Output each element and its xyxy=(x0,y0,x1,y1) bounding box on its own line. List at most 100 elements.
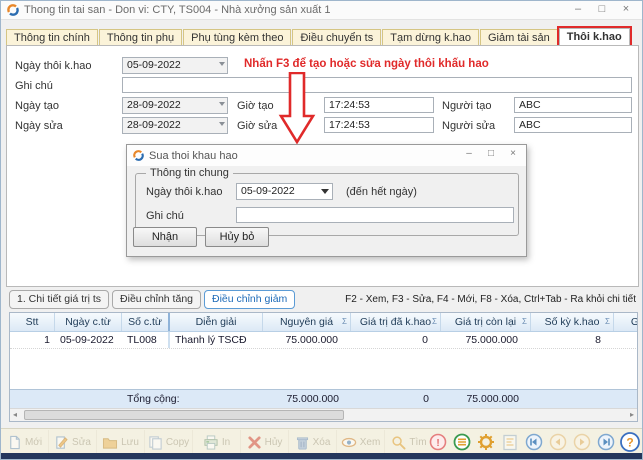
ghi-chu-input[interactable] xyxy=(122,77,632,93)
title-bar: Thong tin tai san - Don vi: CTY, TS004 -… xyxy=(1,1,642,20)
tab-thong-tin-chinh[interactable]: Thông tin chính xyxy=(6,29,98,46)
app-logo-icon xyxy=(7,4,19,16)
print-icon xyxy=(203,435,219,450)
nguoi-sua-input[interactable]: ABC xyxy=(514,117,632,133)
close-icon[interactable]: × xyxy=(614,1,638,19)
cell-ngay-ctu: 05-09-2022 xyxy=(55,332,122,348)
dialog-close-icon[interactable]: × xyxy=(502,146,524,163)
column-header-dien-giai[interactable]: Diễn giải xyxy=(170,313,263,331)
column-header-ngay-ctu[interactable]: Ngày c.từ xyxy=(55,313,122,331)
column-header-gia-tri-con-lai[interactable]: Giá trị còn lạiΣ xyxy=(441,313,531,331)
column-header-gia-tri-da-khao[interactable]: Giá trị đã k.haoΣ xyxy=(351,313,441,331)
menu-button[interactable] xyxy=(450,430,473,454)
sum-icon: Σ xyxy=(522,317,527,326)
group-title: Thông tin chung xyxy=(146,167,233,179)
scroll-right-icon[interactable]: ▸ xyxy=(630,410,634,419)
tab-tam-dung-khao[interactable]: Tạm dừng k.hao xyxy=(382,29,479,46)
maximize-icon[interactable]: □ xyxy=(590,1,614,19)
chevron-down-icon xyxy=(219,62,225,66)
detail-tab-dieu-chinh-tang[interactable]: Điều chỉnh tăng xyxy=(112,290,201,309)
gio-tao-input[interactable]: 17:24:53 xyxy=(324,97,434,113)
tab-thoi-khao[interactable]: Thôi k.hao xyxy=(559,28,630,46)
tab-giam-tai-san[interactable]: Giảm tài sản xyxy=(480,29,558,46)
cancel-x-icon xyxy=(247,435,262,450)
svg-text:!: ! xyxy=(436,438,439,449)
chevron-down-icon xyxy=(321,189,329,194)
luu-button[interactable]: Lưu xyxy=(97,430,145,455)
ngay-sua-combobox[interactable]: 28-09-2022 xyxy=(122,117,228,134)
dialog-ghi-chu-label: Ghi chú xyxy=(146,210,184,222)
bottom-toolbar: Mới Sửa Lưu Copy In Hủy Xóa Xem xyxy=(1,428,643,455)
horizontal-scrollbar[interactable]: ◂ ▸ xyxy=(10,408,637,421)
scroll-left-icon[interactable]: ◂ xyxy=(13,410,17,419)
ngay-sua-label: Ngày sửa xyxy=(15,120,63,132)
column-header-stt[interactable]: Stt xyxy=(10,313,55,331)
app-window: Thong tin tai san - Don vi: CTY, TS004 -… xyxy=(0,0,643,460)
minimize-icon[interactable]: – xyxy=(566,1,590,19)
new-file-icon xyxy=(7,435,22,450)
chevron-down-icon xyxy=(219,102,225,106)
den-het-ngay-hint: (đến hết ngày) xyxy=(346,186,417,198)
dialog-maximize-icon[interactable]: □ xyxy=(480,146,502,163)
column-header-so-ky-khao[interactable]: Số kỳ k.haoΣ xyxy=(531,313,614,331)
table-row[interactable]: 1 05-09-2022 TL008 Thanh lý TSCĐ 75.000.… xyxy=(10,332,638,349)
cell-nguyen-gia: 75.000.000 xyxy=(263,332,351,348)
svg-text:?: ? xyxy=(626,436,633,450)
chevron-down-icon xyxy=(219,122,225,126)
info-button[interactable]: ! xyxy=(426,430,449,454)
copy-button[interactable]: Copy xyxy=(145,430,193,455)
tab-dieu-chuyen-ts[interactable]: Điều chuyển ts xyxy=(292,29,381,46)
tab-thong-tin-phu[interactable]: Thông tin phụ xyxy=(99,29,182,46)
xoa-button[interactable]: Xóa xyxy=(289,430,337,455)
dialog-minimize-icon[interactable]: – xyxy=(458,146,480,163)
huy-button[interactable]: Hủy xyxy=(241,430,289,455)
ngay-tao-combobox[interactable]: 28-09-2022 xyxy=(122,97,228,114)
nav-last-button[interactable] xyxy=(594,430,617,454)
xem-button[interactable]: Xem xyxy=(337,430,385,455)
nguoi-tao-label: Người tạo xyxy=(442,100,491,112)
app-logo-icon xyxy=(133,150,144,161)
nav-previous-button[interactable] xyxy=(546,430,569,454)
dialog-ngay-thoi-khao-combobox[interactable]: 05-09-2022 xyxy=(236,183,333,200)
gear-icon xyxy=(477,433,495,451)
huy-bo-button[interactable]: Hủy bỏ xyxy=(205,227,269,247)
column-header-gia-t[interactable]: Giá t xyxy=(614,313,638,331)
ngay-tao-label: Ngày tạo xyxy=(15,100,59,112)
nav-next-button[interactable] xyxy=(570,430,593,454)
grid-footer-row: Tổng cộng: 75.000.000 0 75.000.000 xyxy=(10,389,638,408)
detail-grid: Stt Ngày c.từ Số c.từ Diễn giải Nguyên g… xyxy=(9,312,638,422)
dialog-title-bar: Sua thoi khau hao – □ × xyxy=(127,145,526,166)
column-header-so-ctu[interactable]: Số c.từ xyxy=(122,313,170,331)
nguoi-tao-input[interactable]: ABC xyxy=(514,97,632,113)
sua-button[interactable]: Sửa xyxy=(49,430,97,455)
in-button[interactable]: In xyxy=(193,430,241,455)
detail-tab-dieu-chinh-giam[interactable]: Điều chỉnh giảm xyxy=(204,290,295,309)
detail-tab-bar: 1. Chi tiết giá trị ts Điều chỉnh tăng Đ… xyxy=(9,290,295,309)
sua-thoi-khau-hao-dialog: Sua thoi khau hao – □ × Thông tin chung … xyxy=(126,144,527,257)
nhan-button[interactable]: Nhận xyxy=(133,227,197,247)
settings-button[interactable] xyxy=(474,430,497,454)
moi-button[interactable]: Mới xyxy=(1,430,49,455)
tab-phu-tung-kem-theo[interactable]: Phụ tùng kèm theo xyxy=(183,29,291,46)
help-button[interactable]: ? xyxy=(618,430,641,454)
footer-nguyen-gia: 75.000.000 xyxy=(263,390,351,408)
window-title: Thong tin tai san - Don vi: CTY, TS004 -… xyxy=(24,4,330,16)
nav-first-button[interactable] xyxy=(522,430,545,454)
eye-icon xyxy=(341,435,357,450)
column-header-nguyen-gia[interactable]: Nguyên giáΣ xyxy=(263,313,351,331)
dialog-ghi-chu-input[interactable] xyxy=(236,207,514,223)
cell-so-ky-khao: 8 xyxy=(531,332,614,348)
report-button[interactable] xyxy=(498,430,521,454)
ghi-chu-label: Ghi chú xyxy=(15,80,53,92)
edit-icon xyxy=(54,435,69,450)
help-icon: ? xyxy=(620,432,640,452)
gio-tao-label: Giờ tạo xyxy=(237,100,274,112)
gio-sua-label: Giờ sửa xyxy=(237,120,277,132)
scrollbar-thumb[interactable] xyxy=(24,410,344,420)
cell-gia-t xyxy=(614,332,638,348)
gio-sua-input[interactable]: 17:24:53 xyxy=(324,117,434,133)
detail-tab-chi-tiet-gia-tri[interactable]: 1. Chi tiết giá trị ts xyxy=(9,290,109,309)
cell-dien-giai: Thanh lý TSCĐ xyxy=(170,332,263,348)
ngay-thoi-khao-combobox[interactable]: 05-09-2022 xyxy=(122,57,228,74)
nav-first-icon xyxy=(525,433,543,451)
